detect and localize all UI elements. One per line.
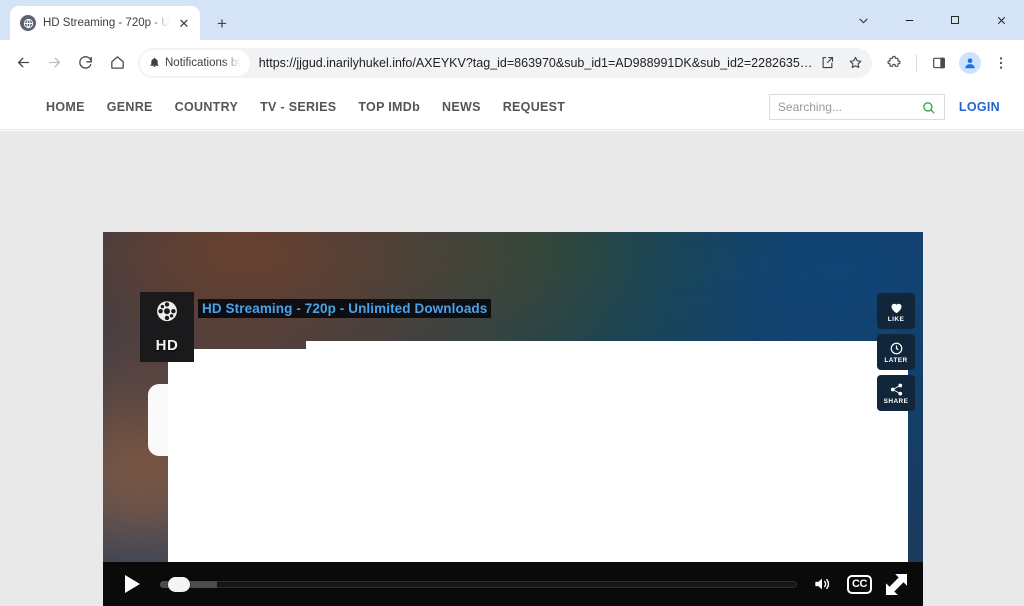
player-logo-text: HD	[155, 337, 179, 354]
tab-title: HD Streaming - 720p - Unlimite	[43, 17, 169, 29]
avatar	[959, 51, 981, 74]
nav-item-home[interactable]: HOME	[46, 100, 85, 114]
notifications-blocked-chip[interactable]: Notifications bl	[140, 49, 250, 76]
fullscreen-glyph	[886, 573, 907, 595]
back-arrow-icon[interactable]	[8, 48, 38, 78]
avatar-icon[interactable]	[955, 48, 985, 78]
page-content: HOME GENRE COUNTRY TV - SERIES TOP IMDb …	[0, 85, 1024, 606]
overlay-top-strip	[306, 341, 908, 349]
later-label: LATER	[884, 356, 908, 364]
bell-icon	[149, 57, 160, 68]
search-box[interactable]: Searching...	[768, 94, 945, 120]
site-body: HD HD Streaming - 720p - Unlimited Downl…	[0, 131, 1024, 606]
seek-handle[interactable]	[168, 576, 191, 592]
film-reel-icon	[150, 297, 184, 336]
login-button[interactable]: LOGIN	[959, 100, 1000, 114]
video-player[interactable]: HD HD Streaming - 720p - Unlimited Downl…	[103, 232, 923, 606]
like-button[interactable]: LIKE	[877, 293, 915, 329]
window-controls	[840, 0, 1024, 40]
site-header: HOME GENRE COUNTRY TV - SERIES TOP IMDb …	[0, 85, 1024, 130]
permission-chip-label: Notifications bl	[165, 56, 240, 69]
share-label: SHARE	[883, 397, 909, 405]
share-nodes-icon	[889, 382, 904, 397]
site-nav: HOME GENRE COUNTRY TV - SERIES TOP IMDb …	[46, 100, 769, 114]
nav-item-country[interactable]: COUNTRY	[175, 100, 238, 114]
share-icon[interactable]	[814, 50, 840, 76]
globe-icon	[20, 15, 36, 31]
tab-strip: HD Streaming - 720p - Unlimite ✕ +	[0, 0, 1024, 40]
nav-item-request[interactable]: REQUEST	[503, 100, 566, 114]
side-panel-icon[interactable]	[924, 48, 954, 78]
later-button[interactable]: LATER	[877, 334, 915, 370]
player-title: HD Streaming - 720p - Unlimited Download…	[198, 299, 492, 318]
player-controls: CC	[103, 562, 923, 606]
header-right: Searching... LOGIN	[768, 94, 1000, 120]
browser-toolbar: Notifications bl https://jjgud.inarilyhu…	[0, 40, 1024, 85]
toolbar-divider	[916, 53, 917, 72]
nav-item-news[interactable]: NEWS	[442, 100, 481, 114]
reload-icon[interactable]	[70, 48, 100, 78]
three-dots-icon[interactable]	[986, 48, 1016, 78]
close-icon[interactable]	[978, 3, 1024, 37]
browser-window: HD Streaming - 720p - Unlimite ✕ +	[0, 0, 1024, 606]
fullscreen-icon[interactable]	[886, 573, 907, 595]
new-tab-button[interactable]: +	[208, 9, 236, 37]
chevron-down-icon[interactable]	[840, 3, 886, 37]
nav-item-tv-series[interactable]: TV - SERIES	[260, 100, 336, 114]
seek-bar[interactable]	[160, 576, 797, 592]
captions-button[interactable]: CC	[847, 574, 872, 594]
omnibox-actions	[814, 50, 868, 76]
home-icon[interactable]	[101, 48, 133, 78]
play-icon[interactable]	[125, 575, 140, 593]
volume-icon[interactable]	[811, 574, 833, 594]
seek-track[interactable]	[160, 580, 797, 588]
browser-tab[interactable]: HD Streaming - 720p - Unlimite ✕	[10, 6, 200, 40]
nav-item-top-imdb[interactable]: TOP IMDb	[358, 100, 420, 114]
star-icon[interactable]	[842, 50, 868, 76]
close-icon[interactable]: ✕	[176, 15, 192, 31]
player-actions: LIKE LATER SHARE	[877, 293, 915, 411]
search-input[interactable]: Searching...	[778, 100, 921, 114]
like-label: LIKE	[887, 315, 905, 323]
address-bar[interactable]: Notifications bl https://jjgud.inarilyhu…	[138, 47, 872, 78]
cc-label: CC	[847, 574, 872, 594]
url-text: https://jjgud.inarilyhukel.info/AXEYKV?t…	[258, 55, 814, 70]
puzzle-icon[interactable]	[879, 48, 909, 78]
nav-item-genre[interactable]: GENRE	[107, 100, 153, 114]
share-button[interactable]: SHARE	[877, 375, 915, 411]
maximize-icon[interactable]	[932, 3, 978, 37]
forward-arrow-icon[interactable]	[39, 48, 69, 78]
search-icon[interactable]	[921, 100, 936, 115]
minimize-icon[interactable]	[886, 3, 932, 37]
clock-icon	[889, 341, 904, 356]
heart-icon	[889, 300, 904, 315]
player-logo: HD	[140, 292, 194, 362]
